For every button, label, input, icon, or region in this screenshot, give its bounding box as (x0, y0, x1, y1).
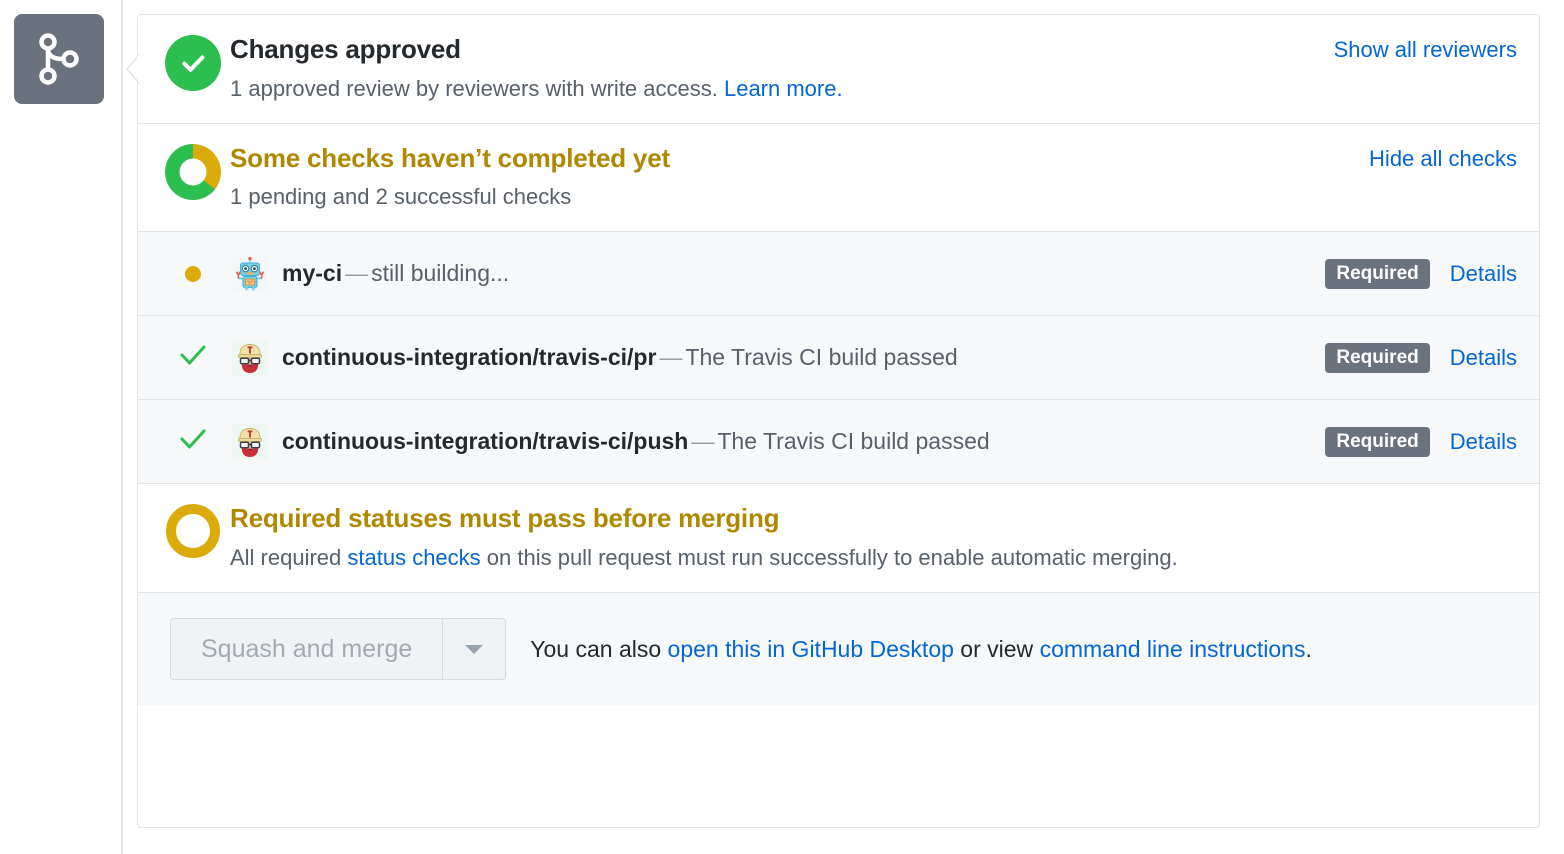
check-row-text: continuous-integration/travis-ci/push—Th… (282, 428, 1325, 455)
checks-summary-section: Some checks haven’t completed yet 1 pend… (138, 124, 1539, 233)
check-description: still building... (371, 260, 509, 286)
review-status-subtitle-text: 1 approved review by reviewers with writ… (230, 76, 724, 101)
pending-dot-icon (185, 266, 201, 282)
required-statuses-body: Required statuses must pass before mergi… (222, 502, 1517, 574)
gold-ring-icon (166, 504, 220, 558)
git-merge-avatar (14, 14, 104, 104)
check-dash: — (342, 260, 371, 286)
required-statuses-icon-wrap (164, 502, 222, 558)
status-badge: Required (1325, 259, 1429, 289)
hide-all-checks-link[interactable]: Hide all checks (1369, 146, 1517, 172)
check-row: continuous-integration/travis-ci/pr—The … (138, 316, 1539, 400)
merge-help-note: You can also open this in GitHub Desktop… (530, 636, 1312, 663)
pull-request-merge-box: Changes approved 1 approved review by re… (0, 0, 1564, 854)
check-status-icon-wrap (164, 344, 222, 371)
check-row-text: my-ci—still building... (282, 260, 1325, 287)
check-details-link[interactable]: Details (1450, 261, 1517, 287)
checks-summary-subtitle: 1 pending and 2 successful checks (230, 181, 1369, 213)
check-name: continuous-integration/travis-ci/push (282, 428, 688, 454)
github-desktop-link[interactable]: open this in GitHub Desktop (668, 636, 954, 662)
check-status-icon-wrap (164, 266, 222, 282)
required-statuses-section: Required statuses must pass before mergi… (138, 484, 1539, 593)
merge-note-part2: or view (954, 636, 1040, 662)
merge-note-part3: . (1305, 636, 1311, 662)
checks-summary-actions: Hide all checks (1369, 142, 1517, 172)
review-status-actions: Show all reviewers (1334, 33, 1517, 63)
required-statuses-subtitle: All required status checks on this pull … (230, 542, 1517, 574)
required-subtitle-part2: on this pull request must run successful… (481, 545, 1178, 570)
required-subtitle-part1: All required (230, 545, 347, 570)
robot-avatar (232, 256, 268, 292)
check-description: The Travis CI build passed (717, 428, 989, 454)
check-status-icon-wrap (164, 428, 222, 455)
review-status-section: Changes approved 1 approved review by re… (138, 15, 1539, 124)
check-dash: — (688, 428, 717, 454)
merge-note-part1: You can also (530, 636, 667, 662)
checks-summary-icon-wrap (164, 142, 222, 200)
partial-donut-icon (165, 144, 221, 200)
merge-method-dropdown-button[interactable] (442, 618, 506, 680)
status-badge: Required (1325, 427, 1429, 457)
check-icon (180, 428, 206, 455)
status-badge: Required (1325, 343, 1429, 373)
check-details-link[interactable]: Details (1450, 345, 1517, 371)
checks-summary-body: Some checks haven’t completed yet 1 pend… (222, 142, 1369, 214)
check-row-meta: Required Details (1325, 427, 1517, 457)
travis-ci-avatar (232, 340, 268, 376)
squash-and-merge-button[interactable]: Squash and merge (170, 618, 442, 680)
review-status-body: Changes approved 1 approved review by re… (222, 33, 1334, 105)
check-dash: — (656, 344, 685, 370)
travis-ci-avatar (232, 424, 268, 460)
merge-action-bar: Squash and merge You can also open this … (138, 593, 1539, 705)
git-merge-icon (37, 33, 81, 85)
check-row-text: continuous-integration/travis-ci/pr—The … (282, 344, 1325, 371)
merge-status-panel: Changes approved 1 approved review by re… (137, 14, 1540, 828)
review-status-icon-wrap (164, 33, 222, 91)
required-statuses-title: Required statuses must pass before mergi… (230, 502, 1517, 536)
check-row: continuous-integration/travis-ci/push—Th… (138, 400, 1539, 484)
timeline-rail (121, 0, 123, 854)
check-name: my-ci (282, 260, 342, 286)
show-all-reviewers-link[interactable]: Show all reviewers (1334, 37, 1517, 63)
check-row: my-ci—still building... Required Details (138, 232, 1539, 316)
review-status-subtitle: 1 approved review by reviewers with writ… (230, 73, 1334, 105)
panel-pointer-notch (125, 54, 139, 82)
learn-more-link[interactable]: Learn more. (724, 76, 843, 101)
check-name: continuous-integration/travis-ci/pr (282, 344, 656, 370)
merge-button-group: Squash and merge (170, 618, 506, 680)
check-circle-icon (165, 35, 221, 91)
check-row-meta: Required Details (1325, 259, 1517, 289)
check-details-link[interactable]: Details (1450, 429, 1517, 455)
check-row-meta: Required Details (1325, 343, 1517, 373)
check-description: The Travis CI build passed (685, 344, 957, 370)
chevron-down-icon (465, 645, 483, 654)
checks-summary-title: Some checks haven’t completed yet (230, 142, 1369, 176)
check-icon (180, 344, 206, 371)
status-checks-link[interactable]: status checks (347, 545, 480, 570)
review-status-title: Changes approved (230, 33, 1334, 67)
command-line-instructions-link[interactable]: command line instructions (1040, 636, 1306, 662)
